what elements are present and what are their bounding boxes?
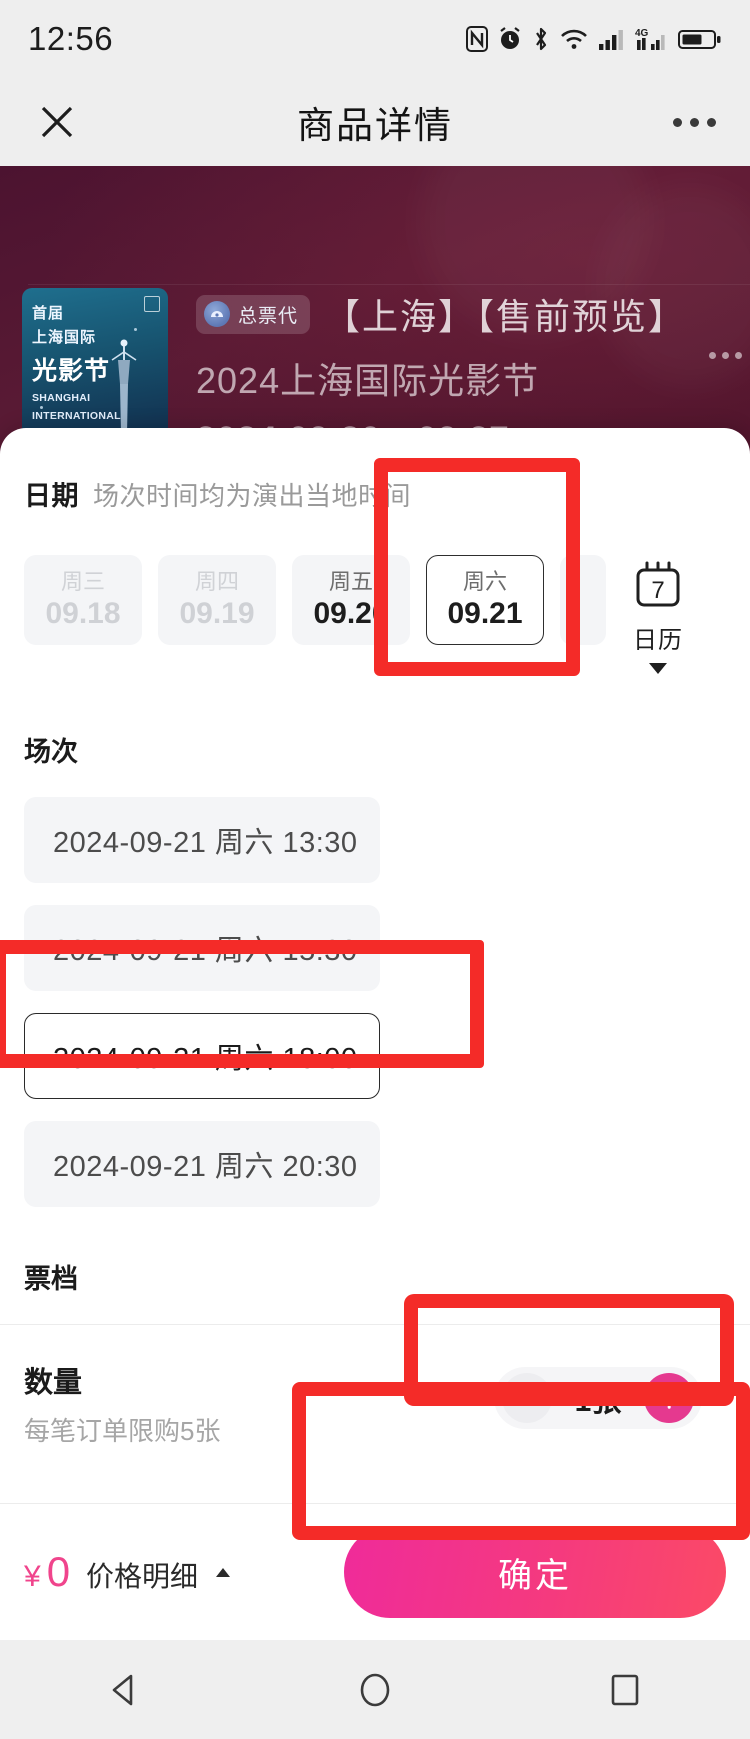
phone-screen: 12:56 4G 商品详情 首届 上海国际 光影节 SHANGHAI INTER… xyxy=(0,0,750,1739)
android-navigation-bar xyxy=(0,1640,750,1739)
total-price: 0 xyxy=(46,1548,71,1595)
app-header: 商品详情 xyxy=(0,78,750,166)
minus-icon xyxy=(516,1396,538,1400)
poster-line3: 光影节 xyxy=(32,357,111,385)
quantity-labels: 数量 每笔订单限购5张 xyxy=(24,1359,220,1448)
status-icon-group: 4G xyxy=(466,26,722,52)
product-more-icon[interactable] xyxy=(709,352,742,359)
poster-line1: 首届 xyxy=(32,305,65,322)
close-icon[interactable] xyxy=(34,99,80,145)
tier-section: 票档 xyxy=(24,1257,726,1296)
session-item-2030[interactable]: 2024-09-21 周六 20:30 xyxy=(24,1121,380,1207)
recents-square-icon xyxy=(611,1674,639,1705)
agent-badge-label: 总票代 xyxy=(238,305,299,327)
date-chip-0921[interactable]: 周六 09.21 xyxy=(426,555,544,645)
battery-icon xyxy=(678,26,722,52)
android-back-button[interactable] xyxy=(55,1668,195,1712)
poster-en-line1: SHANGHAI xyxy=(32,392,91,404)
session-item-1530[interactable]: 2024-09-21 周六 15:30 xyxy=(24,905,380,991)
date-chip-weekday: 周四 xyxy=(194,568,239,594)
quantity-label: 数量 xyxy=(24,1367,83,1399)
quantity-stepper[interactable]: 1张 xyxy=(494,1367,702,1429)
chevron-up-icon[interactable] xyxy=(216,1567,231,1577)
calendar-button[interactable]: 7 日历 xyxy=(632,555,684,674)
agent-avatar-icon xyxy=(204,301,230,327)
quantity-increase-button[interactable] xyxy=(644,1373,694,1423)
home-circle-icon xyxy=(360,1673,390,1706)
calendar-icon: 7 xyxy=(632,559,684,616)
page-title: 商品详情 xyxy=(297,105,453,146)
poster-en-line2: INTERNATIONAL xyxy=(32,409,121,422)
nfc-icon xyxy=(466,26,488,52)
date-chip-weekday: 周六 xyxy=(462,568,507,594)
more-options-icon[interactable] xyxy=(673,117,716,127)
status-bar: 12:56 4G xyxy=(0,0,750,78)
bluetooth-icon xyxy=(532,26,550,52)
session-section: 场次 2024-09-21 周六 13:30 2024-09-21 周六 15:… xyxy=(24,730,726,1207)
date-chip-date: 09.18 xyxy=(45,597,121,630)
confirm-button[interactable]: 确定 xyxy=(344,1526,726,1618)
poster-line2: 上海国际 xyxy=(32,329,97,346)
tier-section-label: 票档 xyxy=(24,1264,78,1294)
session-section-label: 场次 xyxy=(24,737,78,767)
back-triangle-icon xyxy=(112,1674,133,1705)
date-chip-list[interactable]: 周三 09.18 周四 09.19 周五 09.20 周六 09.21 0 xyxy=(24,555,726,674)
date-chip-weekday: 周五 xyxy=(328,568,373,594)
4g-signal-icon: 4G xyxy=(635,26,669,52)
currency-symbol: ¥ xyxy=(24,1560,41,1593)
quantity-decrease-button[interactable] xyxy=(502,1373,552,1423)
agent-badge: 总票代 xyxy=(196,294,311,334)
date-chip-0920[interactable]: 周五 09.20 xyxy=(292,555,410,645)
price-detail-label[interactable]: 价格明细 xyxy=(86,1555,198,1595)
session-list[interactable]: 2024-09-21 周六 13:30 2024-09-21 周六 15:30 … xyxy=(24,797,726,1207)
product-subtitle: 【上海】【售前预览】 xyxy=(324,296,687,337)
date-chip-next[interactable]: 0 xyxy=(560,555,606,645)
booking-sheet: 日期 场次时间均为演出当地时间 周三 09.18 周四 09.19 周五 09.… xyxy=(0,428,750,1635)
signal-icon xyxy=(598,26,626,52)
date-chip-weekday: 周三 xyxy=(60,568,105,594)
quantity-value: 1张 xyxy=(574,1385,622,1418)
alarm-icon xyxy=(497,26,523,52)
date-section-header: 日期 场次时间均为演出当地时间 xyxy=(24,428,726,513)
plus-icon-vertical xyxy=(667,1386,671,1409)
date-chip-date: 09.19 xyxy=(179,597,255,630)
date-chip-0918[interactable]: 周三 09.18 xyxy=(24,555,142,645)
svg-text:7: 7 xyxy=(651,577,664,604)
poster-badge-icon xyxy=(144,296,160,312)
date-section-label: 日期 xyxy=(24,481,79,511)
android-home-button[interactable] xyxy=(305,1668,445,1712)
date-section-note: 场次时间均为演出当地时间 xyxy=(93,481,412,511)
wifi-icon xyxy=(559,26,589,52)
status-time: 12:56 xyxy=(28,20,114,57)
product-hero: 首届 上海国际 光影节 SHANGHAI INTERNATIONAL LIGHT… xyxy=(0,166,750,466)
session-item-1800[interactable]: 2024-09-21 周六 18:00 xyxy=(24,1013,380,1099)
chevron-down-icon xyxy=(649,663,667,674)
date-chip-0919[interactable]: 周四 09.19 xyxy=(158,555,276,645)
price-summary[interactable]: ¥ 0 价格明细 xyxy=(24,1548,231,1596)
bottom-action-bar: ¥ 0 价格明细 确定 xyxy=(0,1503,750,1640)
date-chip-date: 09.21 xyxy=(447,597,523,630)
date-chip-date: 09.20 xyxy=(313,597,389,630)
session-item-1330[interactable]: 2024-09-21 周六 13:30 xyxy=(24,797,380,883)
quantity-section: 数量 每笔订单限购5张 1张 xyxy=(24,1325,726,1448)
product-name: 2024上海国际光影节 xyxy=(196,360,540,401)
android-recents-button[interactable] xyxy=(555,1668,695,1712)
svg-text:4G: 4G xyxy=(635,28,649,39)
calendar-button-label: 日历 xyxy=(633,627,683,654)
quantity-limit-note: 每笔订单限购5张 xyxy=(24,1416,221,1446)
